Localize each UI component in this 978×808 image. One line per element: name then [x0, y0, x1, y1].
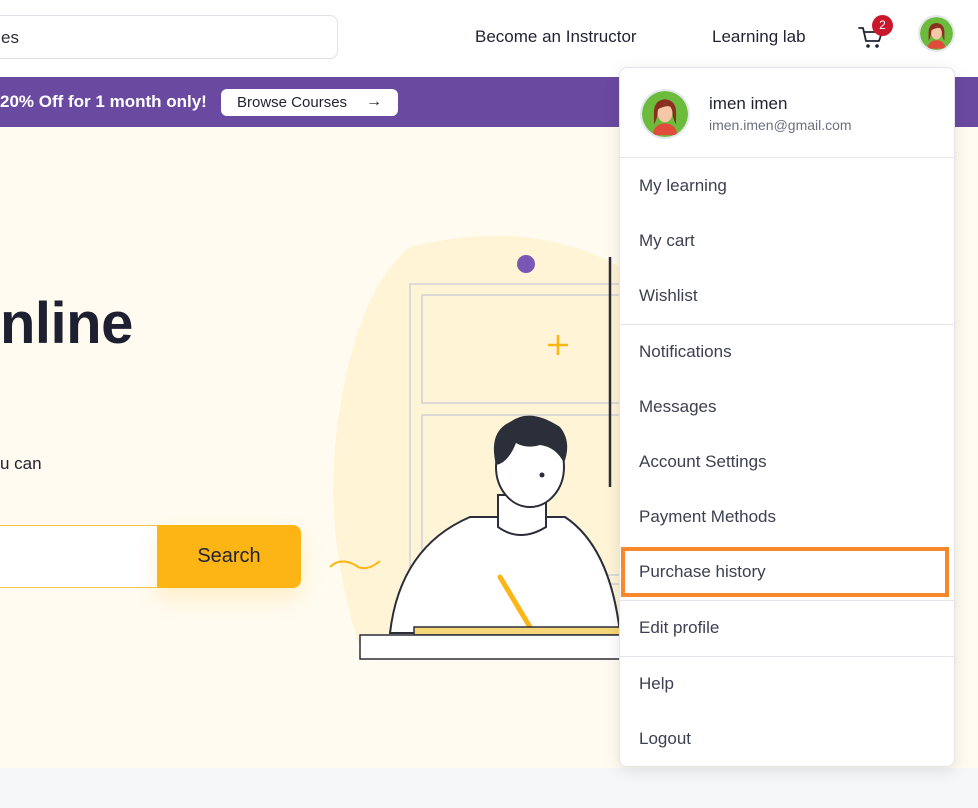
- user-avatar-button[interactable]: [918, 15, 955, 52]
- browse-courses-label: Browse Courses: [237, 94, 348, 111]
- hero-search-input[interactable]: [0, 525, 158, 588]
- menu-item-my-cart[interactable]: My cart: [620, 214, 954, 269]
- hero-title: nline: [0, 291, 133, 356]
- hero-subtitle: u can: [0, 454, 42, 473]
- user-dropdown-menu: imen imen imen.imen@gmail.com My learnin…: [619, 67, 955, 767]
- menu-label: Messages: [639, 397, 717, 416]
- menu-item-payment-methods[interactable]: Payment Methods: [620, 490, 954, 545]
- avatar-icon: [642, 91, 688, 137]
- browse-courses-button[interactable]: Browse Courses →: [221, 89, 398, 116]
- avatar-icon: [920, 17, 953, 50]
- menu-item-edit-profile[interactable]: Edit profile: [620, 601, 954, 656]
- nav-become-instructor[interactable]: Become an Instructor: [475, 27, 637, 47]
- profile-name: imen imen: [709, 94, 788, 113]
- search-input-value: es: [1, 28, 19, 47]
- menu-item-messages[interactable]: Messages: [620, 380, 954, 435]
- cart-count-badge: 2: [872, 15, 893, 36]
- menu-label: Edit profile: [639, 618, 720, 637]
- menu-item-logout[interactable]: Logout: [620, 712, 954, 767]
- promo-text: 20% Off for 1 month only!: [0, 92, 207, 111]
- nav-learning-lab[interactable]: Learning lab: [712, 27, 806, 47]
- menu-label: Account Settings: [639, 452, 767, 471]
- menu-label: My learning: [639, 176, 727, 195]
- course-search-input[interactable]: es: [0, 15, 338, 59]
- top-header: es Become an Instructor Learning lab 2: [0, 0, 978, 77]
- menu-item-purchase-history[interactable]: Purchase history: [620, 545, 954, 600]
- decor-dot: [517, 255, 535, 273]
- menu-label: Wishlist: [639, 286, 698, 305]
- menu-label: My cart: [639, 231, 695, 250]
- profile-email: imen.imen@gmail.com: [709, 117, 852, 133]
- menu-label: Help: [639, 674, 674, 693]
- menu-label: Purchase history: [639, 562, 766, 581]
- hero-search-button[interactable]: Search: [157, 525, 301, 588]
- menu-item-my-learning[interactable]: My learning: [620, 159, 954, 214]
- menu-item-wishlist[interactable]: Wishlist: [620, 269, 954, 324]
- student-illustration: [329, 235, 620, 660]
- menu-label: Payment Methods: [639, 507, 777, 526]
- menu-item-account-settings[interactable]: Account Settings: [620, 435, 954, 490]
- menu-label: Notifications: [639, 342, 732, 361]
- menu-item-notifications[interactable]: Notifications: [620, 325, 954, 380]
- arrow-right-icon: →: [366, 93, 382, 110]
- menu-item-help[interactable]: Help: [620, 657, 954, 712]
- footer-strip: [0, 768, 978, 808]
- profile-summary[interactable]: imen imen imen.imen@gmail.com: [620, 68, 954, 158]
- menu-label: Logout: [639, 729, 691, 748]
- profile-avatar: [640, 89, 690, 139]
